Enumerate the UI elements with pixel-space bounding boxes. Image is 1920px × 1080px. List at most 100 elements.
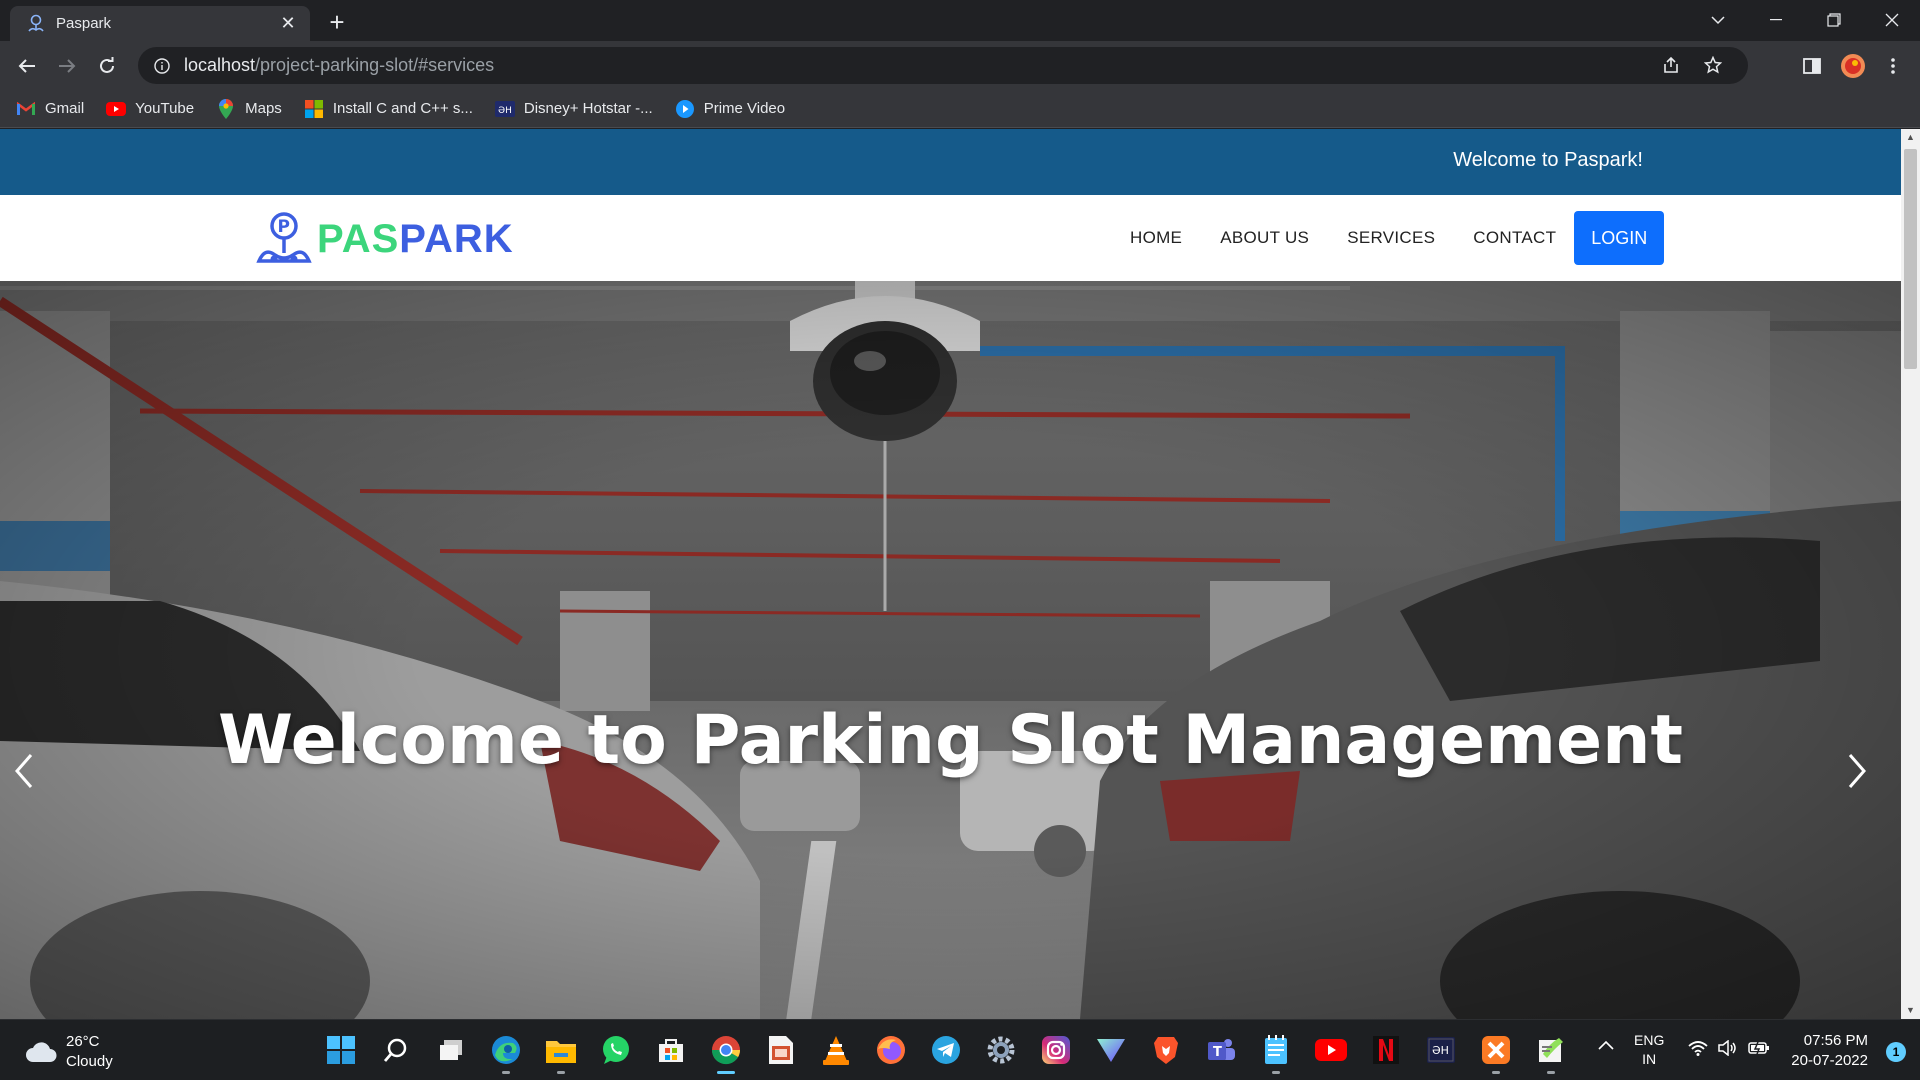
side-panel-button[interactable] [1797,51,1827,81]
site-logo[interactable]: P PASPARK [255,211,514,267]
whatsapp-icon[interactable] [597,1030,635,1070]
maps-icon [216,98,236,119]
nav-contact[interactable]: CONTACT [1473,228,1556,248]
main-menu: HOME ABOUT US SERVICES CONTACT LOGIN [1130,211,1665,265]
show-hidden-icons-button[interactable] [1598,1040,1614,1050]
scroll-up-arrow-icon[interactable]: ▲ [1901,129,1920,146]
browser-tab[interactable]: Paspark ✕ [10,6,310,41]
url-host: localhost [184,55,256,75]
hotstar-icon: ƏH [494,99,515,119]
top-info-bar: Welcome to Paspark! [0,129,1901,195]
reload-icon [100,57,114,73]
bookmark-install-c[interactable]: Install C and C++ s... [304,99,473,119]
close-window-button[interactable] [1864,0,1920,40]
share-button[interactable] [1656,50,1686,80]
nav-services[interactable]: SERVICES [1347,228,1435,248]
reload-button[interactable] [92,51,122,81]
bookmark-star-button[interactable] [1698,50,1728,80]
browser-toolbar: localhost/project-parking-slot/#services [0,41,1920,90]
vlc-icon[interactable] [817,1030,855,1070]
windows-store-icon [304,99,324,119]
forward-button[interactable] [52,51,82,81]
carousel-next-button[interactable] [1837,741,1877,801]
svg-text:ƏH: ƏH [498,106,512,116]
nav-about-us[interactable]: ABOUT US [1220,228,1309,248]
restore-icon [1827,13,1841,27]
gmail-icon [16,99,36,119]
settings-icon[interactable] [982,1030,1020,1070]
nav-home[interactable]: HOME [1130,228,1182,248]
ms-store-icon[interactable] [652,1030,690,1070]
carousel-prev-button[interactable] [4,741,44,801]
netflix-icon[interactable] [1367,1030,1405,1070]
site-navbar: P PASPARK HOME ABOUT US SERVICES CONTACT… [0,195,1901,281]
profile-avatar[interactable] [1838,51,1868,81]
bookmark-hotstar[interactable]: ƏH Disney+ Hotstar -... [494,99,653,119]
powerpoint-icon[interactable] [762,1030,800,1070]
svg-text:ƏH: ƏH [1432,1044,1449,1057]
edge-icon[interactable] [487,1030,525,1074]
bookmark-gmail[interactable]: Gmail [16,99,84,119]
clock-time: 07:56 PM [1803,1032,1868,1049]
weather-temperature: 26°C [66,1033,100,1050]
search-icon[interactable] [377,1030,415,1070]
telegram-icon[interactable] [927,1030,965,1070]
hotstar-icon[interactable]: ƏH [1422,1030,1460,1070]
url-path: /project-parking-slot/#services [255,55,495,75]
arrow-right-icon [59,59,76,73]
language-top: ENG [1634,1032,1665,1048]
info-icon [154,57,170,74]
bookmark-youtube[interactable]: YouTube [106,99,194,119]
clock-date: 20-07-2022 [1791,1052,1868,1069]
minimize-button[interactable] [1748,0,1804,40]
tab-close-icon[interactable]: ✕ [276,13,300,34]
language-indicator[interactable]: ENG IN [1634,1031,1664,1069]
system-clock[interactable]: 07:56 PM 20-07-2022 [1791,1031,1868,1071]
bookmark-label: Prime Video [703,100,786,117]
bookmark-prime-video[interactable]: Prime Video [675,99,785,119]
paspark-favicon-icon [28,14,44,32]
windows-start-icon[interactable] [322,1030,360,1070]
chevron-down-icon [1711,16,1725,25]
firefox-icon[interactable] [872,1030,910,1070]
proton-vpn-icon[interactable] [1092,1030,1130,1070]
bookmark-maps[interactable]: Maps [216,98,282,119]
scroll-down-arrow-icon[interactable]: ▼ [1901,1002,1920,1019]
file-explorer-icon[interactable] [542,1030,580,1074]
brave-icon[interactable] [1147,1030,1185,1070]
new-tab-button[interactable]: + [322,8,352,38]
instagram-icon[interactable] [1037,1030,1075,1070]
login-button[interactable]: LOGIN [1574,211,1665,265]
scrollbar-thumb[interactable] [1904,149,1917,369]
chrome-icon[interactable] [707,1030,745,1074]
address-bar[interactable]: localhost/project-parking-slot/#services [138,47,1748,84]
notification-badge[interactable]: 1 [1886,1042,1906,1062]
tab-search-button[interactable] [1690,0,1746,40]
chrome-menu-button[interactable] [1878,51,1908,81]
back-button[interactable] [12,51,42,81]
logo-text: PASPARK [317,217,514,262]
page-scrollbar[interactable]: ▲ ▼ [1901,129,1920,1019]
battery-charging-icon [1748,1041,1769,1055]
bookmark-label: YouTube [135,100,195,117]
restore-button[interactable] [1806,0,1862,40]
notepad-plus-icon[interactable] [1532,1030,1570,1074]
prime-video-icon [675,99,695,119]
weather-condition: Cloudy [66,1053,113,1070]
teams-icon[interactable]: T [1202,1030,1240,1070]
minimize-icon [1770,19,1782,21]
notepad-icon[interactable] [1257,1030,1295,1074]
system-tray-status[interactable] [1688,1040,1770,1056]
hero-title: Welcome to Parking Slot Management [217,701,1684,780]
page-viewport: Welcome to Paspark! P PASPARK HOME ABOUT… [0,129,1920,1019]
hero-carousel: Welcome to Parking Slot Management [0,281,1901,1019]
more-vert-icon [1891,58,1895,74]
language-bottom: IN [1642,1051,1657,1067]
xampp-icon[interactable] [1477,1030,1515,1074]
youtube-icon[interactable] [1312,1030,1350,1070]
weather-widget[interactable]: 26°C Cloudy [24,1032,113,1072]
logo-text-pas: PAS [317,216,400,261]
browser-tabstrip: Paspark ✕ + [0,0,1920,41]
task-view-icon[interactable] [432,1030,470,1070]
logo-text-park: PARK [399,216,514,261]
